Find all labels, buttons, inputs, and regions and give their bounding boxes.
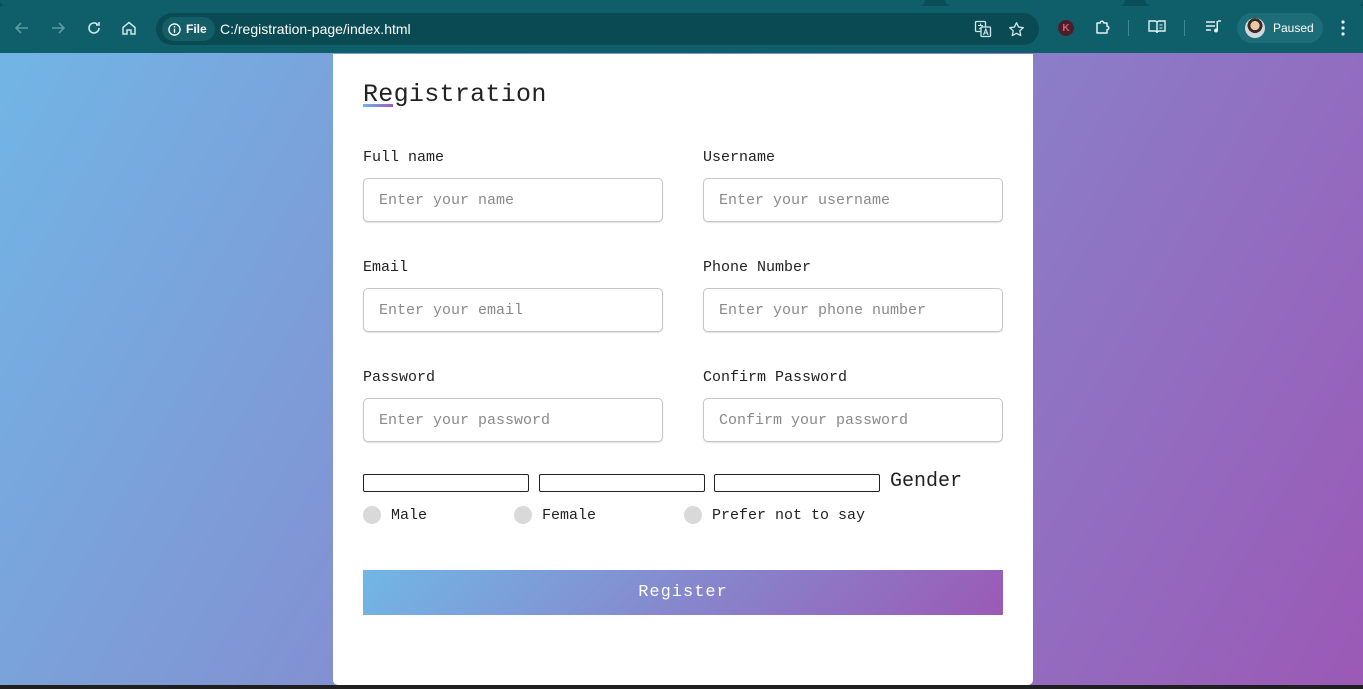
phone-field-group: Phone Number [703,259,1003,332]
password-input[interactable] [363,398,663,442]
more-vertical-icon [1341,20,1345,36]
gender-option-male[interactable]: Male [363,506,427,524]
star-icon [1008,21,1024,36]
browser-toolbar: File C:/registration-page/index.html K P… [0,0,1363,53]
site-chip-label: File [186,22,207,36]
title-underline [363,104,393,107]
profile-button[interactable]: Paused [1237,13,1323,43]
book-icon [1148,20,1166,34]
gender-option-label: Female [542,506,597,524]
home-button[interactable] [118,17,140,39]
gender-radio-input[interactable] [363,474,529,492]
email-input[interactable] [363,288,663,332]
toolbar-divider [1128,20,1129,36]
address-bar[interactable]: File C:/registration-page/index.html [156,13,1039,45]
gender-option-label: Prefer not to say [712,506,866,524]
phone-label: Phone Number [703,259,812,276]
url-text[interactable]: C:/registration-page/index.html [220,21,411,37]
browser-tab[interactable] [945,0,1125,6]
profile-status-text: Paused [1273,21,1314,35]
radio-dot-icon [363,506,381,524]
toolbar-divider [1184,20,1185,36]
confirm-password-input[interactable] [703,398,1003,442]
email-label: Email [363,259,409,276]
browser-menu-button[interactable] [1335,18,1351,38]
gender-radio-input[interactable] [714,474,880,492]
username-input[interactable] [703,178,1003,222]
translate-button[interactable] [974,20,992,38]
confirm-password-label: Confirm Password [703,369,848,386]
register-button[interactable]: Register [363,570,1003,615]
gender-option-prefer-not-to-say[interactable]: Prefer not to say [684,506,865,524]
confirm-password-field-group: Confirm Password [703,369,1003,442]
info-icon [168,22,181,36]
radio-dot-icon [684,506,702,524]
home-icon [122,21,136,35]
full-name-input[interactable] [363,178,663,222]
arrow-left-icon [14,22,28,34]
phone-input[interactable] [703,288,1003,332]
radio-dot-icon [514,506,532,524]
username-label: Username [703,149,776,166]
playlist-music-icon [1206,20,1221,33]
k-extension-icon[interactable]: K [1058,20,1074,36]
password-label: Password [363,369,436,386]
forward-button[interactable] [47,17,69,39]
reading-mode-button[interactable] [1147,17,1167,37]
full-name-field-group: Full name [363,149,663,222]
avatar [1245,18,1265,38]
reload-icon [88,22,100,34]
bookmark-star-button[interactable] [1007,20,1025,38]
arrow-right-icon [52,22,66,34]
back-button[interactable] [11,17,33,39]
puzzle-icon [1096,20,1110,34]
gender-title: Gender [890,470,963,493]
gender-option-label: Male [391,506,428,524]
reload-button[interactable] [83,17,105,39]
gender-radio-input[interactable] [539,474,705,492]
translate-icon [974,20,992,38]
site-info-chip[interactable]: File [162,17,215,41]
browser-tab[interactable] [0,0,925,6]
browser-tab[interactable] [1145,0,1363,6]
email-field-group: Email [363,259,663,332]
username-field-group: Username [703,149,1003,222]
extensions-button[interactable] [1093,17,1113,37]
media-controls-button[interactable] [1203,17,1223,37]
registration-card: Registration Full name Username Email Ph… [333,54,1033,685]
full-name-label: Full name [363,149,445,166]
gender-option-female[interactable]: Female [514,506,596,524]
window-bottom-edge [0,685,1363,689]
password-field-group: Password [363,369,663,442]
